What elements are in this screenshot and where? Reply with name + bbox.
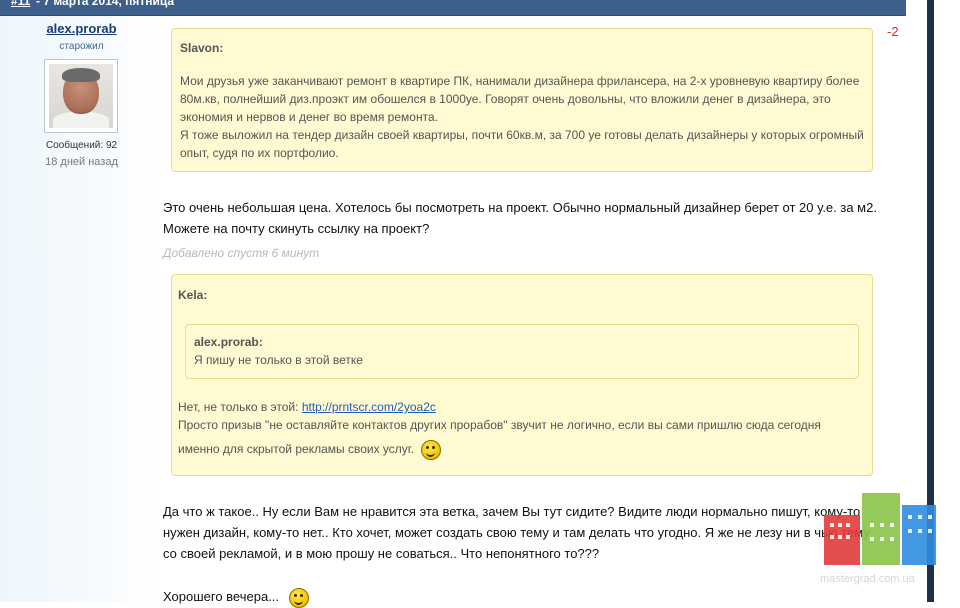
- post-rating[interactable]: -2: [887, 24, 899, 39]
- reply-text: Это очень небольшая цена. Хотелось бы по…: [163, 197, 903, 239]
- quote-line: опыт, судя по их портфолио.: [180, 146, 339, 160]
- reply-line: Это очень небольшая цена. Хотелось бы по…: [163, 200, 877, 215]
- closing-text: Хорошего вечера...: [163, 586, 463, 608]
- added-later-note: Добавлено спустя 6 минут: [163, 246, 320, 260]
- quote-author: Slavon:: [180, 41, 224, 55]
- quote-line: Нет, не только в этой: http://prntscr.co…: [178, 398, 866, 416]
- nested-quote-author: alex.prorab:: [194, 335, 263, 349]
- quote-block: Kela: alex.prorab: Я пишу не только в эт…: [171, 274, 873, 476]
- reply-line: нужен дизайн, кому-то нет.. Кто хочет, м…: [163, 525, 870, 540]
- post-header-bar: #11 - 7 марта 2014, пятница: [0, 0, 906, 16]
- avatar[interactable]: [44, 59, 118, 133]
- reply-text: Да что ж такое.. Ну если Вам не нравится…: [163, 501, 903, 564]
- author-rank: старожил: [59, 41, 104, 52]
- smiley-wink-icon: [421, 440, 442, 460]
- watermark-text: mastergrad.com.ua: [820, 573, 915, 585]
- quote-block: Slavon: Мои друзья уже заканчивают ремон…: [171, 28, 873, 172]
- quote-line-text: именно для скрытой рекламы своих услуг.: [178, 442, 415, 457]
- site-logo-watermark-icon: [824, 493, 936, 565]
- quote-line: именно для скрытой рекламы своих услуг.: [178, 440, 866, 460]
- author-username-link[interactable]: alex.prorab: [0, 21, 163, 36]
- smiley-happy-icon: [288, 587, 309, 608]
- post-number-link[interactable]: #11: [11, 0, 30, 8]
- quote-line-prefix: Нет, не только в этой:: [178, 400, 302, 414]
- quote-line: Просто призыв "не оставляйте контактов д…: [178, 418, 821, 432]
- screenshot-link[interactable]: http://prntscr.com/2yoa2c: [302, 400, 436, 414]
- quote-line: экономия и нервов и денег во время ремон…: [180, 110, 438, 124]
- reply-line: Да что ж такое.. Ну если Вам не нравится…: [163, 504, 861, 519]
- quote-line: Мои друзья уже заканчивают ремонт в квар…: [180, 74, 860, 88]
- nested-quote-text: Я пишу не только в этой ветке: [194, 353, 363, 367]
- reply-line: со своей рекламой, и в мою прошу не сова…: [163, 546, 600, 561]
- avatar-photo: [49, 64, 113, 128]
- author-last-seen: 18 дней назад: [45, 156, 118, 168]
- author-message-count: Сообщений: 92: [45, 140, 118, 151]
- quote-line: 80м.кв, полнейший диз.проэкт им обошелся…: [180, 92, 831, 106]
- reply-line: Можете на почту скинуть ссылку на проект…: [163, 221, 430, 236]
- quote-line: Я тоже выложил на тендер дизайн своей кв…: [180, 128, 864, 142]
- post-date: - 7 марта 2014, пятница: [36, 0, 175, 8]
- nested-quote-block: alex.prorab: Я пишу не только в этой вет…: [185, 324, 859, 379]
- quote-author: Kela:: [178, 288, 208, 302]
